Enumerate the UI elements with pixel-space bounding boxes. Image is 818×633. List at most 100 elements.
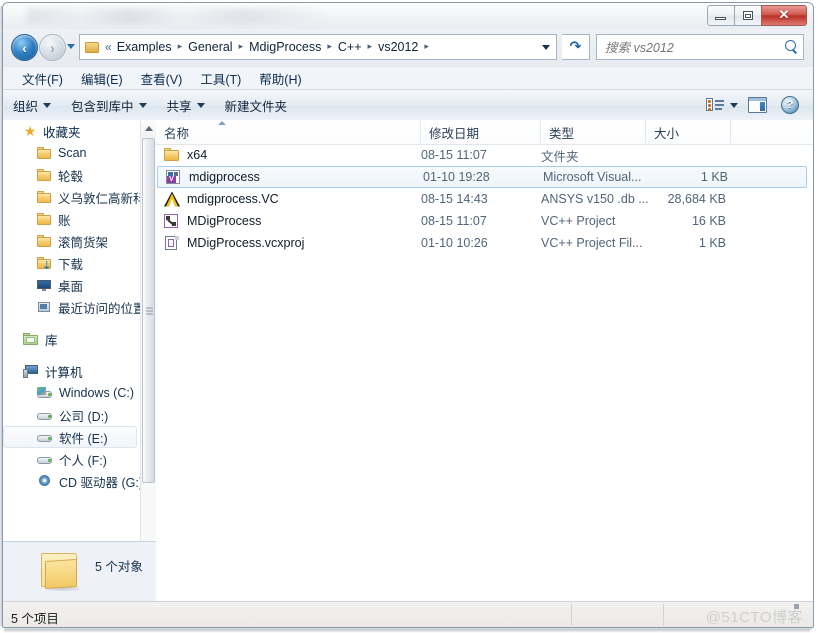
search-input[interactable] (603, 38, 777, 58)
breadcrumb-folder-icon (85, 41, 100, 54)
file-type-cell: ANSYS v150 .db ... (541, 192, 649, 206)
maximize-restore-button[interactable] (734, 5, 762, 26)
breadcrumb-separator-0[interactable]: ▸ (178, 41, 183, 52)
sidebar-item-drive-g[interactable]: CD 驱动器 (G:) F (3, 470, 154, 492)
navigation-pane-scrollbar[interactable] (140, 120, 156, 601)
breadcrumb-item-4[interactable]: vs2012 (377, 39, 419, 55)
back-arrow-icon: ‹ (22, 39, 27, 56)
star-icon: ★ (23, 123, 37, 139)
sidebar-item-lungu-label: 轮毂 (58, 169, 84, 184)
file-size-cell: 28,684 KB (667, 192, 726, 206)
file-date-cell: 01-10 10:26 (421, 236, 488, 250)
chevron-down-icon (196, 102, 205, 108)
file-size-cell: 16 KB (691, 214, 726, 228)
sidebar-item-zhang[interactable]: 账 (3, 208, 143, 230)
computer-icon (23, 364, 39, 378)
table-row[interactable]: MDigProcess.vcxproj 01-10 10:26 VC++ Pro… (156, 232, 813, 254)
file-type-cell: VC++ Project (541, 214, 616, 228)
sidebar-item-lungu[interactable]: 轮毂 (3, 164, 143, 186)
breadcrumb[interactable]: « Examples ▸ General ▸ MdigProcess ▸ C++… (79, 34, 557, 60)
back-button[interactable]: ‹ (11, 34, 38, 61)
file-size-cell: 1 KB (698, 236, 726, 250)
sidebar-item-recent-places-label: 最近访问的位置 (58, 301, 146, 316)
title-bar[interactable]: ✕ (3, 3, 813, 29)
sidebar-item-drive-d[interactable]: 公司 (D:) (3, 404, 143, 426)
sidebar-item-drive-e[interactable]: 软件 (E:) (3, 426, 137, 448)
navigation-tree: ★ 收藏夹 Scan 轮毂 义乌敦仁高新科技 账 滚筒货架 ⇣ 下载 桌面 最近… (3, 120, 156, 492)
nav-group-favorites[interactable]: ★ 收藏夹 (3, 120, 143, 142)
organize-button[interactable]: 组织 (3, 92, 61, 119)
scrollbar-thumb[interactable] (142, 138, 155, 483)
sidebar-item-guntonghuojia-label: 滚筒货架 (58, 235, 109, 250)
menu-item-edit[interactable]: 编辑(E) (72, 67, 132, 90)
view-mode-chevron-down-icon[interactable] (730, 102, 738, 108)
column-header-name[interactable]: 名称 (156, 120, 421, 144)
breadcrumb-dropdown-icon[interactable] (542, 45, 550, 50)
forward-button[interactable]: › (39, 34, 66, 61)
close-button[interactable]: ✕ (761, 5, 807, 26)
table-row[interactable]: x64 08-15 11:07 文件夹 (156, 144, 813, 166)
breadcrumb-item-1[interactable]: General (187, 39, 233, 55)
table-row[interactable]: V mdigprocess 01-10 19:28 Microsoft Visu… (157, 166, 807, 188)
file-name-label: mdigprocess (189, 170, 260, 184)
file-name-label: x64 (187, 148, 208, 162)
sidebar-item-scan[interactable]: Scan (3, 142, 143, 164)
folder-icon (37, 212, 52, 226)
menu-item-view[interactable]: 查看(V) (132, 67, 192, 90)
column-header-date[interactable]: 修改日期 (421, 120, 541, 144)
table-row[interactable]: MDigProcess 08-15 11:07 VC++ Project 16 … (156, 210, 813, 232)
status-bar: 5 个项目 @51CTO博客 (3, 601, 813, 627)
minimize-button[interactable] (707, 5, 735, 26)
breadcrumb-overflow-chevrons[interactable]: « (105, 40, 112, 54)
breadcrumb-separator-4[interactable]: ▸ (424, 41, 429, 52)
sidebar-item-downloads[interactable]: ⇣ 下载 (3, 252, 143, 274)
breadcrumb-item-0[interactable]: Examples (116, 39, 173, 55)
breadcrumb-separator-1[interactable]: ▸ (239, 41, 244, 52)
recent-locations-chevron-down-icon[interactable] (67, 44, 75, 49)
breadcrumb-separator-2[interactable]: ▸ (327, 41, 332, 52)
share-button[interactable]: 共享 (157, 92, 215, 119)
sidebar-item-downloads-label: 下载 (58, 257, 84, 272)
sidebar-item-yiwu[interactable]: 义乌敦仁高新科技 (3, 186, 156, 208)
sidebar-item-drive-f[interactable]: 个人 (F:) (3, 448, 143, 470)
file-type-cell: 文件夹 (541, 149, 579, 164)
menu-item-help[interactable]: 帮助(H) (250, 67, 310, 90)
refresh-button[interactable]: ↷ (562, 34, 590, 60)
search-icon (785, 40, 796, 51)
organize-label: 组织 (13, 99, 39, 114)
new-folder-button[interactable]: 新建文件夹 (215, 92, 298, 119)
folder-icon (37, 168, 52, 182)
folder-icon (37, 190, 52, 204)
window-controls: ✕ (707, 5, 807, 26)
sidebar-item-desktop[interactable]: 桌面 (3, 274, 143, 296)
breadcrumb-separator-3[interactable]: ▸ (368, 41, 373, 52)
file-name-cell: MDigProcess (164, 213, 262, 229)
search-box[interactable] (596, 34, 804, 60)
file-name-cell: V mdigprocess (166, 169, 260, 185)
nav-group-computer[interactable]: 计算机 (3, 360, 143, 382)
file-name-label: MDigProcess (187, 214, 262, 228)
preview-pane-icon[interactable] (748, 97, 767, 113)
new-folder-label: 新建文件夹 (224, 99, 288, 114)
nav-group-libraries[interactable]: 库 (3, 328, 143, 350)
column-header-size[interactable]: 大小 (646, 120, 731, 144)
visual-studio-solution-icon: V (166, 169, 182, 185)
include-in-library-button[interactable]: 包含到库中 (61, 92, 157, 119)
help-icon[interactable]: ? (781, 96, 799, 114)
details-pane-object-count: 5 个对象 (95, 560, 143, 574)
sidebar-item-drive-c[interactable]: Windows (C:) (3, 382, 143, 404)
table-row[interactable]: mdigprocess.VC 08-15 14:43 ANSYS v150 .d… (156, 188, 813, 210)
chevron-up-icon (144, 126, 153, 131)
scroll-up-button[interactable] (141, 120, 156, 137)
view-mode-icon[interactable] (706, 97, 724, 113)
menu-item-file[interactable]: 文件(F) (13, 67, 72, 90)
breadcrumb-item-3[interactable]: C++ (337, 39, 363, 55)
menu-item-tools[interactable]: 工具(T) (191, 67, 250, 90)
breadcrumb-item-2[interactable]: MdigProcess (248, 39, 322, 55)
sidebar-item-recent-places[interactable]: 最近访问的位置 (3, 296, 146, 318)
navigation-pane: ★ 收藏夹 Scan 轮毂 义乌敦仁高新科技 账 滚筒货架 ⇣ 下载 桌面 最近… (3, 120, 157, 601)
ansys-file-icon (164, 191, 180, 207)
sidebar-item-scan-label: Scan (58, 146, 87, 160)
column-header-type[interactable]: 类型 (541, 120, 646, 144)
sidebar-item-guntonghuojia[interactable]: 滚筒货架 (3, 230, 143, 252)
